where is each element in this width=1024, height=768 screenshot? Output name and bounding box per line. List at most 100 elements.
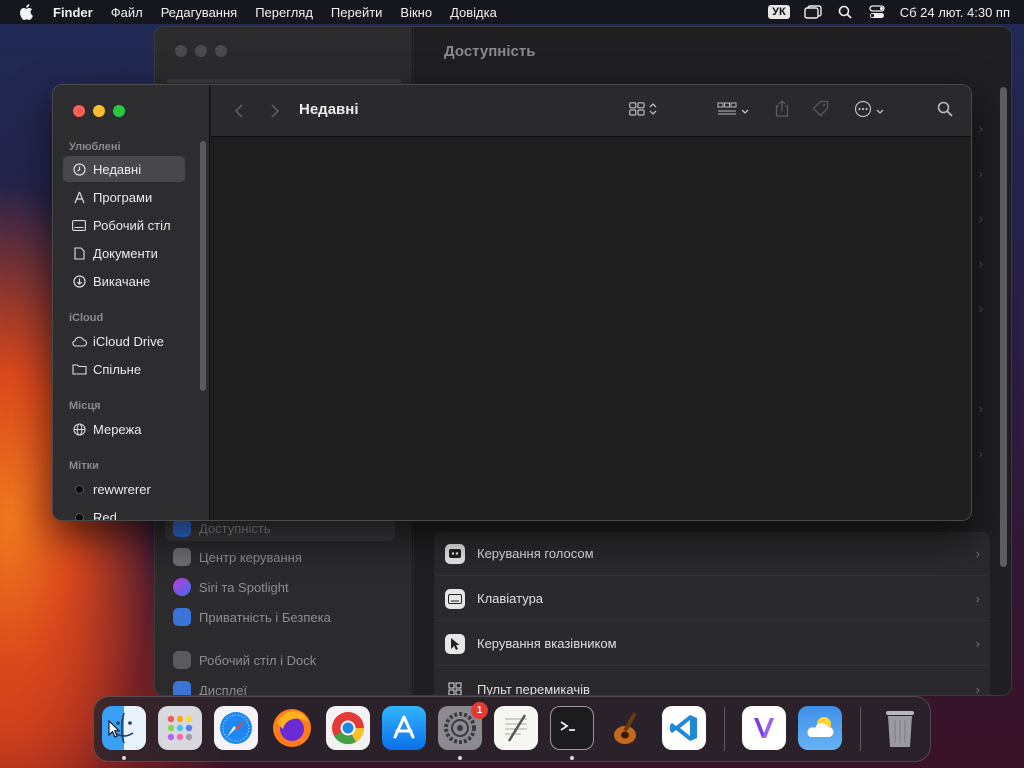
sidebar-item-label: rewwrerer	[93, 481, 151, 497]
cloud-icon	[71, 333, 87, 349]
chevron-down-icon	[876, 102, 884, 120]
running-indicator	[570, 756, 574, 760]
settings-row-voice-control[interactable]: Керування голосом ›	[434, 532, 990, 576]
settings-row-label: Керування вказівником	[477, 636, 617, 651]
sidebar-item-tag[interactable]: rewwrerer	[63, 476, 185, 502]
search-button[interactable]	[933, 99, 957, 123]
settings-search-field[interactable]	[167, 79, 401, 83]
menu-file[interactable]: Файл	[102, 5, 152, 20]
notification-badge: 1	[471, 702, 488, 719]
stage-manager-icon[interactable]	[804, 4, 822, 20]
back-button[interactable]	[229, 99, 249, 123]
settings-nav-control-center[interactable]: Центр керування	[165, 544, 395, 570]
finder-close-button[interactable]	[73, 105, 85, 117]
spotlight-search-icon[interactable]	[836, 4, 854, 20]
finder-window-controls	[73, 105, 125, 117]
sidebar-item-desktop[interactable]: Робочий стіл	[63, 212, 185, 238]
chevron-right-icon: ›	[978, 211, 983, 226]
chevron-right-icon: ›	[978, 401, 983, 416]
sidebar-item-label: Робочий стіл	[93, 217, 171, 233]
settings-nav-displays[interactable]: Дисплеї	[165, 677, 395, 695]
sidebar-item-shared[interactable]: Спільне	[63, 356, 185, 382]
control-center-icon[interactable]	[868, 4, 886, 20]
safari-dock-icon[interactable]	[214, 706, 258, 750]
system-settings-dock-icon[interactable]: 1	[438, 702, 488, 750]
clock-icon	[71, 161, 87, 177]
sidebar-item-icloud-drive[interactable]: iCloud Drive	[63, 328, 185, 354]
visual-studio-dock-icon[interactable]	[742, 706, 786, 750]
launchpad-dock-icon[interactable]	[158, 706, 202, 750]
menu-view[interactable]: Перегляд	[246, 5, 322, 20]
settings-nav-privacy[interactable]: Приватність і Безпека	[165, 604, 395, 630]
sidebar-item-label: Спільне	[93, 361, 142, 377]
tag-button[interactable]	[809, 99, 831, 123]
sidebar-item-label: Програми	[93, 189, 153, 205]
sidebar-item-network[interactable]: Мережа	[63, 416, 185, 442]
settings-scrollbar[interactable]	[1000, 87, 1007, 567]
menu-edit[interactable]: Редагування	[152, 5, 247, 20]
garageband-dock-icon[interactable]	[606, 706, 650, 750]
forward-button[interactable]	[265, 99, 285, 123]
sidebar-item-downloads[interactable]: Викачане	[63, 268, 185, 294]
chevron-right-icon: ›	[975, 591, 980, 606]
textedit-dock-icon[interactable]	[494, 706, 538, 750]
chrome-dock-icon[interactable]	[326, 706, 370, 750]
settings-close-button[interactable]	[175, 45, 187, 57]
firefox-dock-icon[interactable]	[270, 706, 314, 750]
desktop-dock-icon	[173, 651, 191, 669]
settings-row-pointer-control[interactable]: Керування вказівником ›	[434, 622, 990, 666]
input-source-badge[interactable]: УК	[768, 5, 790, 19]
sidebar-section-favorites: Улюблені	[69, 141, 121, 153]
settings-nav-siri[interactable]: Siri та Spotlight	[165, 574, 395, 600]
finder-minimize-button[interactable]	[93, 105, 105, 117]
chevron-down-icon	[741, 102, 749, 120]
settings-nav-label: Приватність і Безпека	[199, 609, 331, 625]
settings-row-keyboard[interactable]: Клавіатура ›	[434, 577, 990, 621]
sidebar-scrollbar[interactable]	[200, 141, 206, 391]
chevron-right-icon: ›	[978, 121, 983, 136]
settings-nav-desktop-dock[interactable]: Робочий стіл і Dock	[165, 647, 395, 673]
app-store-dock-icon[interactable]	[382, 706, 426, 750]
dock-separator	[860, 707, 861, 751]
menubar-clock[interactable]: Сб 24 лют. 4:30 пп	[900, 5, 1010, 20]
sidebar-item-label: Недавні	[93, 161, 142, 177]
tag-icon	[812, 100, 829, 122]
vscode-dock-icon[interactable]	[662, 706, 706, 750]
settings-row-label: Клавіатура	[477, 591, 544, 606]
finder-sidebar: Улюблені Недавні Програми Робочий стіл Д…	[53, 85, 210, 520]
ellipsis-circle-icon	[854, 100, 872, 123]
apple-menu-icon[interactable]	[18, 4, 34, 20]
terminal-dock-icon[interactable]	[550, 706, 594, 750]
sidebar-item-label: Мережа	[93, 421, 142, 437]
globe-icon	[71, 421, 87, 437]
display-icon	[173, 681, 191, 695]
sidebar-item-documents[interactable]: Документи	[63, 240, 185, 266]
sidebar-item-recents[interactable]: Недавні	[63, 156, 185, 182]
dock: 1	[93, 696, 931, 762]
finder-zoom-button[interactable]	[113, 105, 125, 117]
group-icon	[717, 102, 737, 121]
document-icon	[71, 245, 87, 261]
settings-minimize-button[interactable]	[195, 45, 207, 57]
menu-app-name[interactable]: Finder	[44, 5, 102, 20]
trash-dock-icon[interactable]	[878, 706, 922, 750]
group-button[interactable]	[713, 99, 753, 123]
control-center-icon	[173, 548, 191, 566]
running-indicator	[458, 756, 462, 760]
sidebar-item-tag-red[interactable]: Red	[63, 504, 185, 520]
menu-window[interactable]: Вікно	[391, 5, 441, 20]
share-button[interactable]	[771, 99, 793, 123]
finder-content-area[interactable]	[211, 138, 971, 520]
dock-separator	[724, 707, 725, 751]
view-mode-button[interactable]	[625, 99, 661, 123]
settings-row-switch-control[interactable]: Пульт перемикачів ›	[434, 667, 990, 695]
applications-icon	[71, 189, 87, 205]
settings-zoom-button[interactable]	[215, 45, 227, 57]
menu-help[interactable]: Довідка	[441, 5, 506, 20]
sidebar-item-label: Викачане	[93, 273, 151, 289]
weather-dock-icon[interactable]	[798, 706, 842, 750]
sidebar-item-applications[interactable]: Програми	[63, 184, 185, 210]
more-actions-button[interactable]	[849, 99, 889, 123]
menu-go[interactable]: Перейти	[322, 5, 392, 20]
settings-nav-label: Доступність	[199, 520, 271, 536]
